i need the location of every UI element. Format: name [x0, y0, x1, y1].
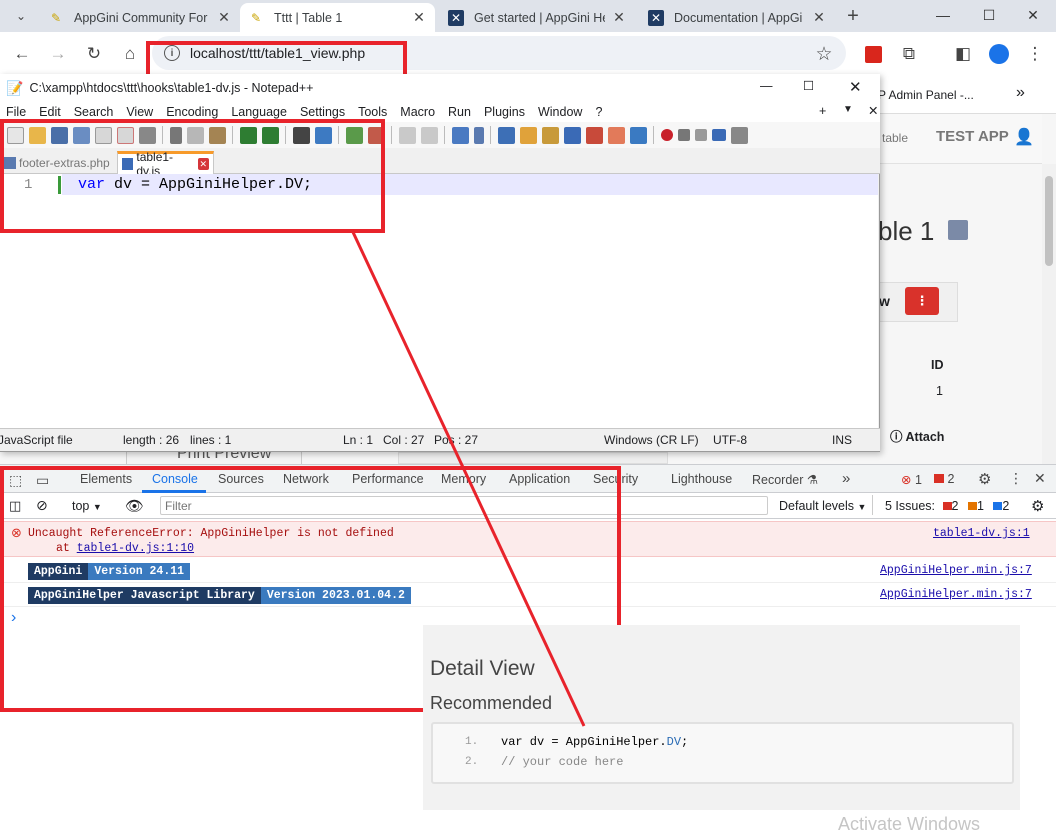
annotation-arrow: [350, 229, 586, 727]
activate-windows-watermark: Activate Windows: [838, 814, 981, 834]
annotation-connector-line: [350, 229, 586, 727]
